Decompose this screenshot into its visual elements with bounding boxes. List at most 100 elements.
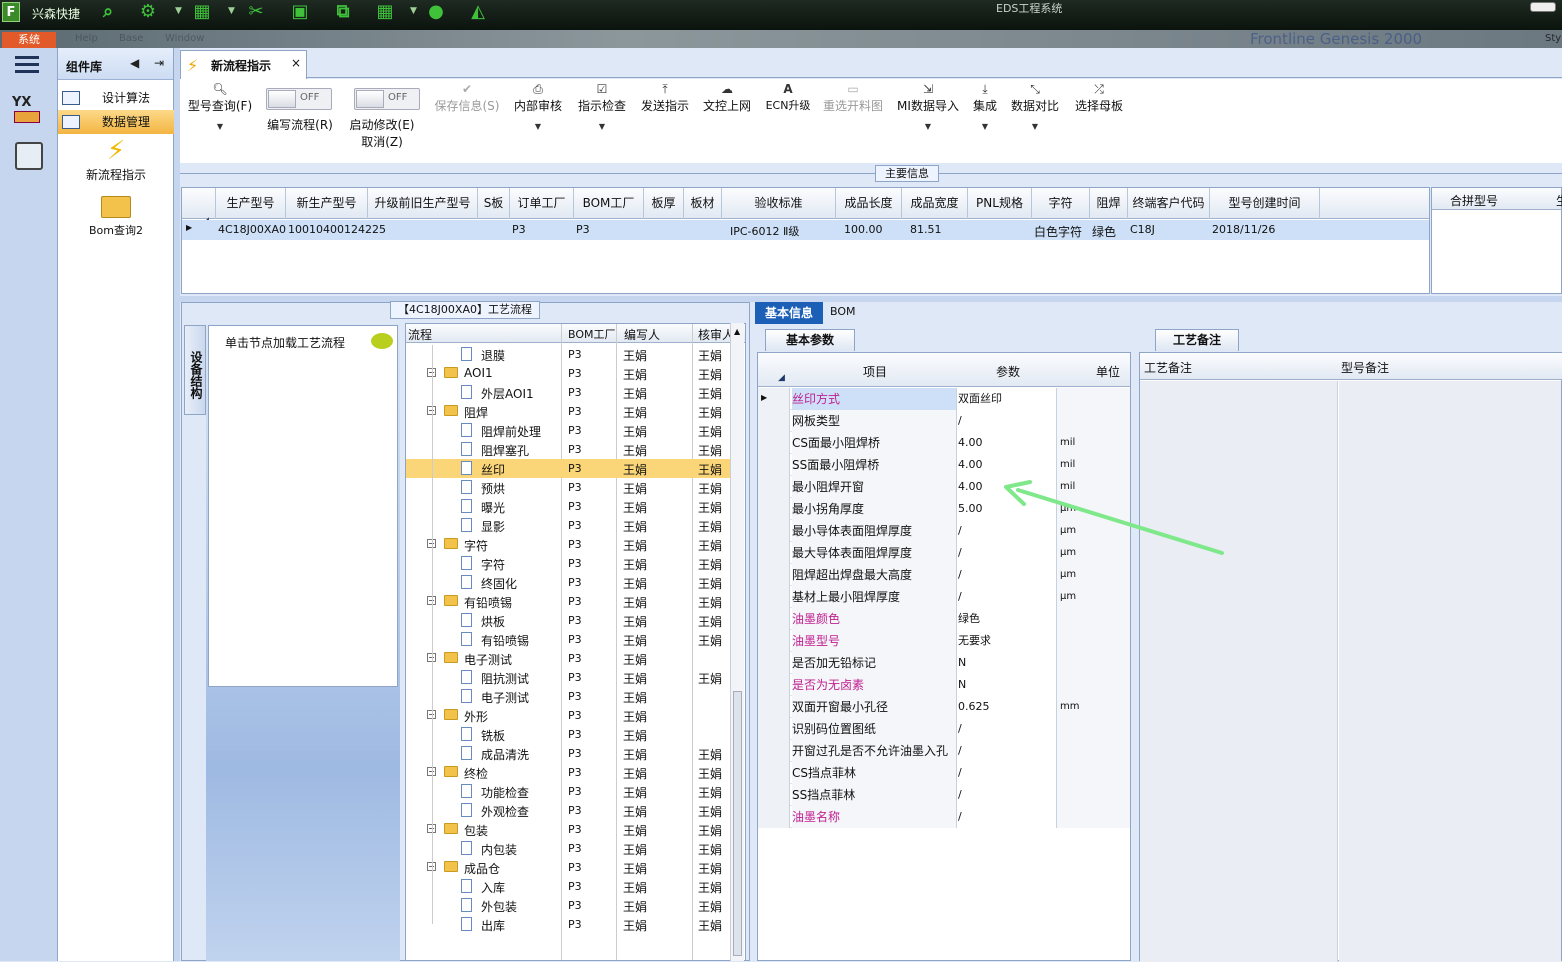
col-header[interactable]: 成品长度 — [836, 188, 902, 219]
tree-folder-node[interactable]: −有铅喷锡P3王娟王娟 — [406, 592, 734, 611]
tab-craft-notes[interactable]: 工艺备注 — [1155, 329, 1239, 351]
table-cell[interactable]: IPC-6012 Ⅱ级 — [730, 223, 799, 239]
chevron-down-icon[interactable]: ▼ — [969, 122, 1001, 131]
ecn-upgrade-button[interactable]: A ECN升级 — [763, 81, 813, 113]
param-value[interactable]: 4.00 — [957, 432, 1057, 454]
yx-app-icon[interactable]: YX — [12, 95, 44, 129]
tree-leaf-node[interactable]: 曝光 P3 王娟 王娟 — [406, 497, 734, 516]
tree-leaf-node[interactable]: 显影 P3 王娟 王娟 — [406, 516, 734, 535]
param-value[interactable]: / — [957, 542, 1057, 564]
col-header[interactable]: 成品宽度 — [902, 188, 968, 219]
instruction-check-button[interactable]: ☑ 指示检查 ▼ — [576, 81, 628, 131]
table-cell[interactable]: 81.51 — [910, 223, 942, 236]
param-value[interactable]: / — [957, 762, 1057, 784]
gear-icon[interactable]: ⚙ — [136, 1, 160, 23]
tree-leaf-node[interactable]: 阻焊前处理 P3 王娟 王娟 — [406, 421, 734, 440]
param-row[interactable]: CS面最小阻焊桥 4.00 mil — [758, 432, 1130, 454]
param-value[interactable]: / — [957, 784, 1057, 806]
table-row[interactable]: ▶ 4C18J00XA0 10010400124225 P3 P3 IPC-6012 Ⅱ级… — [182, 220, 1429, 240]
tree-scrollbar[interactable]: ▲ — [730, 323, 744, 961]
row-header[interactable] — [758, 454, 790, 476]
chevron-down-icon[interactable]: ▼ — [895, 122, 961, 131]
col-header[interactable]: BOM工厂 — [574, 188, 644, 219]
craft-notes-text[interactable] — [1140, 381, 1338, 962]
table-cell[interactable]: 4C18J00XA0 — [218, 223, 286, 236]
param-row[interactable]: 阻焊超出焊盘最大高度 / μm — [758, 564, 1130, 586]
tab-basic-params[interactable]: 基本参数 — [765, 329, 855, 351]
chevron-down-icon[interactable]: ▼ — [1009, 122, 1061, 131]
write-flow-toggle[interactable]: OFF — [266, 88, 332, 110]
tab-basic-info[interactable]: 基本信息 — [755, 302, 823, 324]
nav-item-design-algorithm[interactable]: 设计算法 — [58, 86, 174, 110]
select-motherboard-button[interactable]: ⤮ 选择母板 — [1073, 81, 1125, 114]
param-row[interactable]: SS挡点菲林 / — [758, 784, 1130, 806]
table-cell[interactable]: 白色字符 — [1034, 223, 1082, 240]
param-value[interactable]: 0.625 — [957, 696, 1057, 718]
col-header[interactable]: S板 — [478, 188, 510, 219]
table-icon[interactable]: ▦ — [373, 1, 397, 23]
tree-leaf-node[interactable]: 丝印 P3 王娟 王娟 — [406, 459, 734, 478]
param-row[interactable]: 最小导体表面阻焊厚度 / μm — [758, 520, 1130, 542]
param-value[interactable]: 绿色 — [957, 608, 1057, 630]
param-row[interactable]: 开窗过孔是否不允许油墨入孔 / — [758, 740, 1130, 762]
tree-folder-node[interactable]: −外形P3王娟 — [406, 706, 734, 725]
internal-review-button[interactable]: ⎙ 内部审核 ▼ — [512, 81, 564, 131]
menu-item-base[interactable]: Base — [119, 33, 143, 44]
param-row[interactable]: 识别码位置图纸 / — [758, 718, 1130, 740]
tree-leaf-node[interactable]: 铣板 P3 王娟 — [406, 725, 734, 744]
chevron-down-icon[interactable]: ▼ — [576, 122, 628, 131]
nav-item-data-management[interactable]: 数据管理 — [58, 110, 174, 134]
param-row[interactable]: SS面最小阻焊桥 4.00 mil — [758, 454, 1130, 476]
tree-leaf-node[interactable]: 功能检查 P3 王娟 王娟 — [406, 782, 734, 801]
tree-leaf-node[interactable]: 终固化 P3 王娟 王娟 — [406, 573, 734, 592]
row-header[interactable] — [758, 608, 790, 630]
tree-leaf-node[interactable]: 阻抗测试 P3 王娟 王娟 — [406, 668, 734, 687]
chevron-down-icon[interactable]: ▼ — [228, 6, 235, 16]
scroll-up-icon[interactable]: ▲ — [734, 327, 740, 336]
merge-model-col2[interactable]: 生 — [1556, 192, 1562, 209]
data-compare-button[interactable]: ⤡ 数据对比 ▼ — [1009, 81, 1061, 131]
integrate-button[interactable]: ⤓ 集成 ▼ — [969, 81, 1001, 131]
tab-equipment-structure[interactable]: 设备结构 — [184, 325, 206, 415]
param-value[interactable]: 5.00 — [957, 498, 1057, 520]
calculator-icon[interactable] — [15, 142, 43, 170]
tree-leaf-node[interactable]: 字符 P3 王娟 王娟 — [406, 554, 734, 573]
close-icon[interactable]: × — [291, 56, 301, 70]
col-unit[interactable]: 单位 — [1096, 363, 1120, 380]
param-row[interactable]: 是否加无铅标记 N — [758, 652, 1130, 674]
table-cell[interactable]: 100.00 — [844, 223, 883, 236]
row-header[interactable] — [758, 784, 790, 806]
tree-folder-node[interactable]: −阻焊P3王娟王娟 — [406, 402, 734, 421]
tree-folder-node[interactable]: −AOI1P3王娟王娟 — [406, 364, 734, 383]
row-header[interactable] — [758, 652, 790, 674]
tree-leaf-node[interactable]: 烘板 P3 王娟 王娟 — [406, 611, 734, 630]
user-icon[interactable]: ● — [424, 1, 448, 23]
reselect-cutting-chart-button[interactable]: ▭ 重选开料图 — [821, 81, 885, 114]
tab-bom[interactable]: BOM — [830, 305, 856, 318]
param-value[interactable]: / — [957, 718, 1057, 740]
col-header[interactable]: 型号创建时间 — [1210, 188, 1320, 219]
param-row[interactable]: 最小拐角厚度 5.00 μm — [758, 498, 1130, 520]
param-value[interactable]: 无要求 — [957, 630, 1057, 652]
col-header[interactable]: 板材 — [684, 188, 722, 219]
save-info-button[interactable]: ✔ 保存信息(S) — [431, 81, 503, 114]
col-header[interactable]: PNL规格 — [968, 188, 1032, 219]
row-header[interactable] — [758, 740, 790, 762]
col-header[interactable]: 升级前旧生产型号 — [368, 188, 478, 219]
row-header[interactable] — [758, 630, 790, 652]
param-row[interactable]: 基材上最小阻焊厚度 / μm — [758, 586, 1130, 608]
tree-leaf-node[interactable]: 成品清洗 P3 王娟 王娟 — [406, 744, 734, 763]
row-header[interactable] — [758, 564, 790, 586]
col-craft-notes[interactable]: 工艺备注 — [1144, 359, 1192, 376]
col-header[interactable]: 终端客户代码 — [1128, 188, 1210, 219]
param-value[interactable]: / — [957, 740, 1057, 762]
row-header[interactable] — [758, 432, 790, 454]
param-value[interactable]: / — [957, 520, 1057, 542]
col-item[interactable]: 项目 — [863, 363, 887, 380]
tree-leaf-node[interactable]: 内包装 P3 王娟 王娟 — [406, 839, 734, 858]
tool-bom-query2[interactable]: Bom查询2 — [58, 196, 174, 238]
param-value[interactable]: / — [957, 586, 1057, 608]
col-header[interactable]: 订单工厂 — [510, 188, 574, 219]
param-value[interactable]: / — [957, 410, 1057, 432]
tool-new-flow-instruction[interactable]: ⚡ 新流程指示 — [58, 136, 174, 183]
